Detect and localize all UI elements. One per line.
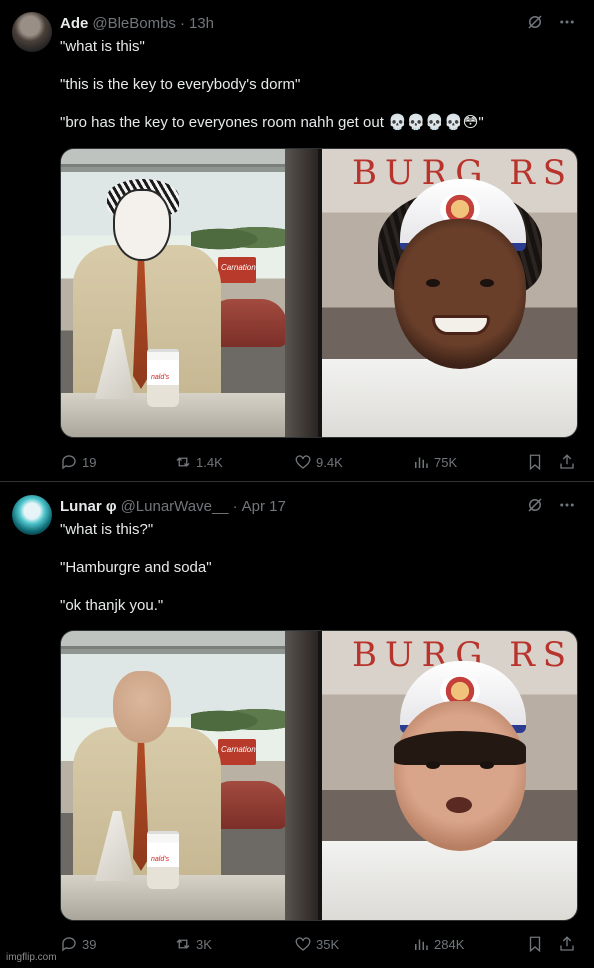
repost-button[interactable]: 1.4K bbox=[174, 451, 223, 473]
eye bbox=[426, 761, 440, 769]
repost-count: 3K bbox=[196, 936, 212, 952]
reply-button[interactable]: 19 bbox=[60, 451, 96, 473]
sign-text: Carnation bbox=[221, 745, 256, 754]
media-panel-left: Carnation nald's bbox=[61, 631, 318, 920]
bookmark-button[interactable] bbox=[526, 933, 544, 955]
author-handle[interactable]: @LunarWave__ bbox=[121, 498, 229, 515]
customer-face bbox=[113, 671, 171, 743]
author-name[interactable]: Ade bbox=[60, 15, 88, 32]
window-frame bbox=[61, 149, 318, 167]
counter bbox=[61, 875, 318, 920]
worker-hair bbox=[394, 731, 526, 765]
tweet-line: "ok thanjk you." bbox=[60, 597, 164, 614]
tweet-line: "Hamburgre and soda" bbox=[60, 559, 212, 576]
tweet-top-actions bbox=[526, 13, 576, 31]
worker-face bbox=[394, 701, 526, 851]
share-button[interactable] bbox=[558, 451, 576, 473]
open-mouth bbox=[446, 797, 472, 813]
share-icon bbox=[560, 454, 574, 469]
views-icon bbox=[415, 939, 428, 950]
worker-face bbox=[394, 219, 526, 369]
views-icon bbox=[415, 457, 428, 468]
tweet-actions: 39 3K 35K 284K bbox=[60, 933, 580, 955]
carnation-sign: Carnation bbox=[218, 257, 256, 283]
window-frame bbox=[61, 631, 318, 649]
grok-icon[interactable] bbox=[526, 13, 544, 31]
reply-icon bbox=[62, 937, 76, 952]
tweet-line: "what is this?" bbox=[60, 521, 154, 538]
views-count: 284K bbox=[434, 936, 465, 952]
avatar[interactable] bbox=[12, 12, 52, 52]
like-icon bbox=[295, 455, 311, 469]
share-button[interactable] bbox=[558, 933, 576, 955]
media-panel-right: BURG RS bbox=[322, 631, 577, 920]
window-post bbox=[285, 149, 318, 437]
like-button[interactable]: 9.4K bbox=[294, 451, 343, 473]
tweet-header: Ade @BleBombs · 13h bbox=[60, 13, 214, 33]
reply-count: 39 bbox=[82, 936, 97, 952]
timestamp[interactable]: 13h bbox=[189, 15, 214, 32]
tweet-text: "what is this?" "Hamburgre and soda" "ok… bbox=[60, 520, 575, 634]
more-icon[interactable] bbox=[558, 13, 576, 31]
more-icon[interactable] bbox=[558, 496, 576, 514]
like-count: 35K bbox=[316, 936, 340, 952]
carnation-sign: Carnation bbox=[218, 739, 256, 765]
separator-dot: · bbox=[179, 14, 185, 32]
avatar[interactable] bbox=[12, 495, 52, 535]
eye bbox=[426, 279, 440, 287]
tweet-line: "bro has the key to everyones room nahh … bbox=[60, 114, 484, 131]
tweet-media[interactable]: Carnation nald's BURG RS bbox=[60, 630, 578, 921]
views-button[interactable]: 75K bbox=[412, 451, 457, 473]
repost-count: 1.4K bbox=[196, 454, 223, 470]
reply-count: 19 bbox=[82, 454, 97, 470]
soda-cup: nald's bbox=[147, 831, 179, 889]
like-button[interactable]: 35K bbox=[294, 933, 339, 955]
tweet-top-actions bbox=[526, 496, 576, 514]
cup-logo: nald's bbox=[151, 374, 170, 381]
tweet-line: "this is the key to everybody's dorm" bbox=[60, 76, 301, 93]
manga-face bbox=[113, 189, 171, 261]
tweet-card[interactable]: Ade @BleBombs · 13h "what is this" "this… bbox=[0, 0, 594, 482]
tweet-media[interactable]: Carnation nald's BURG RS bbox=[60, 148, 578, 438]
separator-dot: · bbox=[232, 497, 238, 515]
worker-shirt bbox=[322, 841, 577, 920]
media-panel-left: Carnation nald's bbox=[61, 149, 318, 437]
tweet-line: "what is this" bbox=[60, 38, 145, 55]
sign-text: Carnation bbox=[221, 263, 256, 272]
trees bbox=[191, 703, 286, 733]
timestamp[interactable]: Apr 17 bbox=[242, 498, 286, 515]
window-post bbox=[285, 631, 318, 920]
tweet-actions: 19 1.4K 9.4K 75K bbox=[60, 451, 580, 473]
share-icon bbox=[560, 936, 574, 951]
author-handle[interactable]: @BleBombs bbox=[92, 15, 176, 32]
reply-button[interactable]: 39 bbox=[60, 933, 96, 955]
repost-icon bbox=[176, 457, 190, 467]
repost-icon bbox=[176, 939, 190, 949]
eye bbox=[480, 279, 494, 287]
tweet-header: Lunar φ @LunarWave__ · Apr 17 bbox=[60, 496, 286, 516]
like-count: 9.4K bbox=[316, 454, 343, 470]
soda-cup: nald's bbox=[147, 349, 179, 407]
smile bbox=[432, 315, 490, 335]
bookmark-icon bbox=[529, 936, 541, 953]
bookmark-icon bbox=[529, 454, 541, 471]
repost-button[interactable]: 3K bbox=[174, 933, 212, 955]
views-button[interactable]: 284K bbox=[412, 933, 464, 955]
cup-logo: nald's bbox=[151, 856, 170, 863]
author-name[interactable]: Lunar φ bbox=[60, 498, 117, 515]
views-count: 75K bbox=[434, 454, 458, 470]
trees bbox=[191, 221, 286, 251]
counter bbox=[61, 393, 318, 437]
tweet-card[interactable]: Lunar φ @LunarWave__ · Apr 17 "what is t… bbox=[0, 483, 594, 968]
eye bbox=[480, 761, 494, 769]
grok-icon[interactable] bbox=[526, 496, 544, 514]
like-icon bbox=[295, 937, 311, 951]
reply-icon bbox=[62, 455, 76, 470]
media-panel-right: BURG RS bbox=[322, 149, 577, 437]
watermark: imgflip.com bbox=[6, 952, 57, 963]
tweet-text: "what is this" "this is the key to every… bbox=[60, 37, 575, 151]
bookmark-button[interactable] bbox=[526, 451, 544, 473]
worker-shirt bbox=[322, 359, 577, 437]
